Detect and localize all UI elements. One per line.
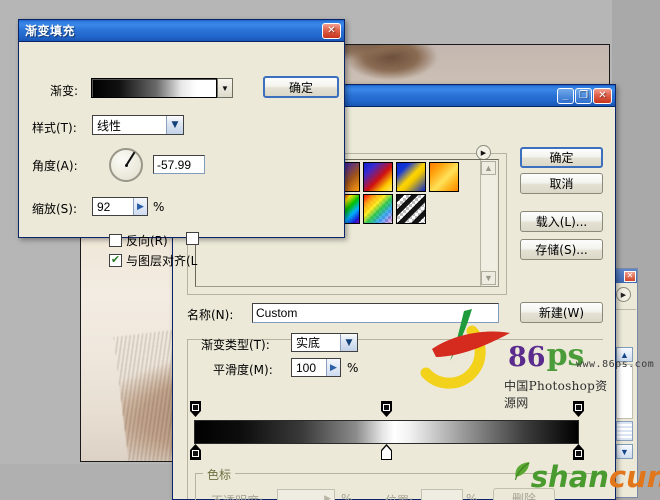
delete-stop-button[interactable]: 删除 <box>493 488 555 500</box>
scale-value: 92 <box>97 199 111 214</box>
minimize-icon[interactable]: _ <box>557 87 574 104</box>
angle-needle <box>126 151 136 166</box>
style-label: 样式(T): <box>32 121 77 135</box>
scale-unit: % <box>153 200 165 214</box>
preset-swatch-blue-yellow-blue[interactable] <box>396 162 426 192</box>
opacity-input[interactable]: ▶ <box>277 489 335 500</box>
palette-divider <box>614 309 636 310</box>
color-stop-100[interactable] <box>573 444 584 460</box>
spinner-arrow-icon[interactable]: ▶ <box>326 359 340 376</box>
gradient-label: 渐变: <box>50 84 79 98</box>
opacity-stop-50[interactable] <box>381 401 392 417</box>
opacity-label: 不透明度: <box>211 492 263 500</box>
presets-menu-button[interactable]: ▶ <box>476 145 491 160</box>
save-button[interactable]: 存储(S)... <box>520 239 603 260</box>
preset-swatch-fill <box>364 163 392 191</box>
smoothness-value: 100 <box>296 360 317 375</box>
spinner-arrow-icon[interactable]: ▶ <box>133 198 147 215</box>
smoothness-label: 平滑度(M): <box>213 363 273 377</box>
load-button[interactable]: 载入(L)... <box>520 211 603 232</box>
preset-swatch-fill <box>397 195 425 223</box>
presets-scrollbar[interactable] <box>480 160 497 286</box>
ok-button[interactable]: 确定 <box>520 147 603 168</box>
dither-checkbox[interactable] <box>186 232 199 245</box>
gradient-ramp[interactable] <box>194 420 579 444</box>
preset-swatch-fill <box>397 163 425 191</box>
gradient-preview-dropdown[interactable]: ▼ <box>217 78 233 98</box>
palette-close-icon[interactable]: ✕ <box>624 270 636 282</box>
preset-swatch-transparent-stripes[interactable] <box>396 194 426 224</box>
gradient-preview[interactable] <box>91 78 217 98</box>
palette-list-icon[interactable] <box>616 421 633 441</box>
gradient-fill-titlebar[interactable]: 渐变填充 ✕ <box>19 20 344 42</box>
palette-menu-button[interactable]: ▶ <box>616 287 631 302</box>
maximize-icon[interactable]: ❐ <box>575 87 592 104</box>
gradient-fill-ok-button[interactable]: 确定 <box>263 76 339 98</box>
angle-input[interactable]: -57.99 <box>153 155 205 174</box>
name-label: 名称(N): <box>187 308 234 322</box>
scale-label: 缩放(S): <box>32 202 78 216</box>
location-unit: % <box>466 492 478 500</box>
gradient-fill-body: 渐变: ▼ 确定 样式(T): 线性 ▼ 角度(A): -57.99 缩放(S)… <box>19 42 344 268</box>
gradient-type-label: 渐变类型(T): <box>201 338 270 352</box>
angle-label: 角度(A): <box>32 159 78 173</box>
preset-swatch-transparent-rainbow[interactable] <box>363 194 393 224</box>
angle-hub <box>124 163 128 167</box>
style-value: 线性 <box>97 118 122 133</box>
gradient-type-value: 实底 <box>296 336 321 350</box>
screen-root: ✕ ▶ ▲ ▼ 渐变编辑器 _ ❐ ✕ 预设 ▶ <box>0 0 660 500</box>
smoothness-unit: % <box>347 361 359 375</box>
palette-scroll-down-button[interactable]: ▼ <box>616 444 633 459</box>
presets-scroll-down-button[interactable]: ▼ <box>481 271 496 285</box>
stops-group-label: 色标 <box>203 466 236 483</box>
align-checkbox[interactable]: ✔ <box>109 254 122 267</box>
reverse-checkbox[interactable] <box>109 234 122 247</box>
preset-swatch-blue-red-yellow[interactable] <box>363 162 393 192</box>
smoothness-input[interactable]: 100 ▶ <box>291 358 341 377</box>
color-stop-0[interactable] <box>190 444 201 460</box>
angle-dial[interactable] <box>109 148 143 182</box>
presets-scroll-up-button[interactable]: ▲ <box>481 161 496 175</box>
reverse-checkbox-row[interactable]: 反向(R) <box>109 232 168 249</box>
chevron-down-icon[interactable]: ▼ <box>340 334 357 351</box>
palette-scroll-up-button[interactable]: ▲ <box>616 347 633 362</box>
gradient-fill-dialog: 渐变填充 ✕ 渐变: ▼ 确定 样式(T): 线性 ▼ 角度(A): -57.9… <box>18 19 345 268</box>
close-icon[interactable]: ✕ <box>593 87 612 104</box>
palette-scroll-track[interactable] <box>616 364 633 419</box>
opacity-stop-0[interactable] <box>190 401 201 417</box>
gradient-fill-title: 渐变填充 <box>25 24 76 38</box>
reverse-label: 反向(R) <box>126 234 168 248</box>
location-input[interactable] <box>421 489 463 500</box>
opacity-unit: % <box>341 492 353 500</box>
color-stop-50[interactable] <box>381 444 392 460</box>
cancel-button[interactable]: 取消 <box>520 173 603 194</box>
chevron-down-icon[interactable]: ▼ <box>166 116 183 134</box>
close-icon[interactable]: ✕ <box>322 22 341 39</box>
location-label: 位置: <box>385 492 413 500</box>
preset-swatch-fill <box>430 163 458 191</box>
preset-swatch-fill <box>364 195 392 223</box>
stops-group-topline <box>196 473 595 474</box>
align-checkbox-row[interactable]: ✔ 与图层对齐(L <box>109 252 197 269</box>
scale-input[interactable]: 92 ▶ <box>92 197 148 216</box>
preset-swatch-orange-yellow-orange[interactable] <box>429 162 459 192</box>
align-label: 与图层对齐(L <box>126 254 198 268</box>
name-input[interactable]: Custom <box>252 303 499 323</box>
new-button[interactable]: 新建(W) <box>520 302 603 323</box>
style-select[interactable]: 线性 ▼ <box>92 115 184 135</box>
opacity-stop-100[interactable] <box>573 401 584 417</box>
gradient-type-select[interactable]: 实底 ▼ <box>291 333 358 352</box>
